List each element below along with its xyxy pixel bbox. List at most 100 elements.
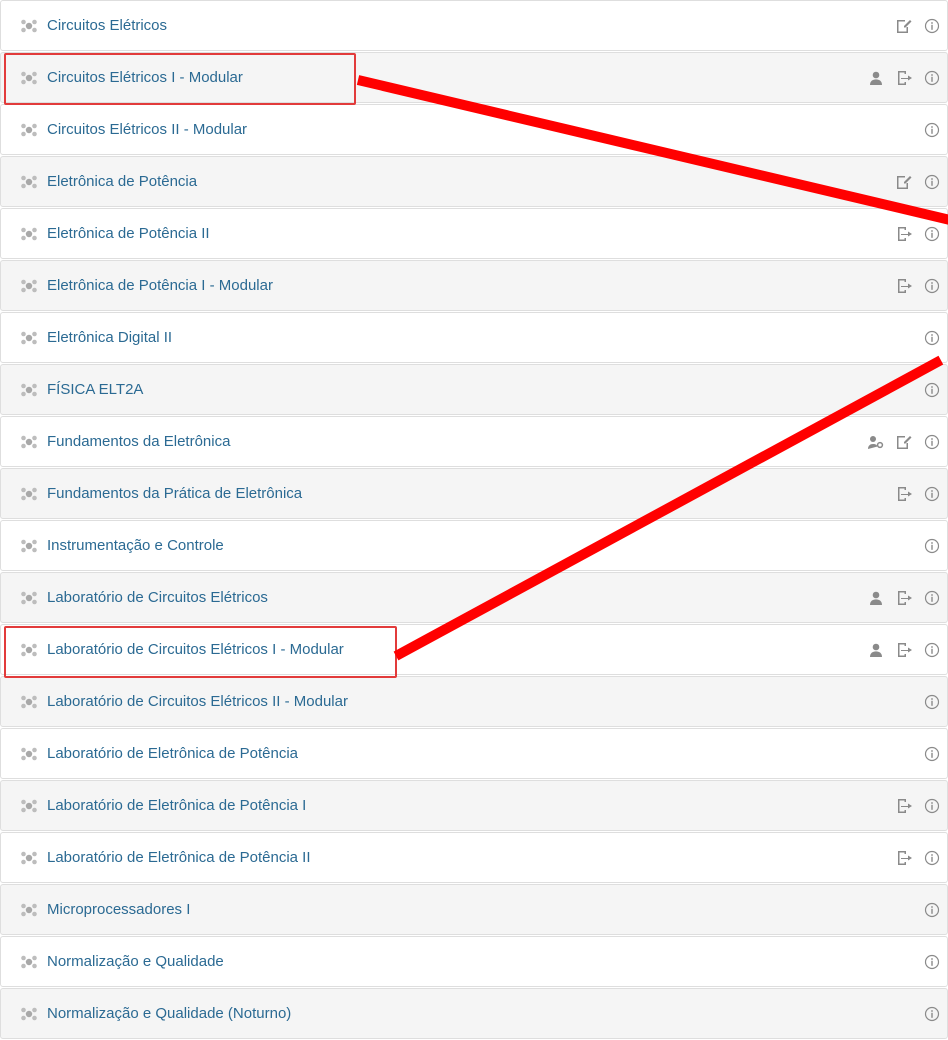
info-icon[interactable] <box>923 225 941 243</box>
course-link[interactable]: Circuitos Elétricos II - Modular <box>7 105 247 154</box>
course-category-icon <box>19 173 41 191</box>
course-link[interactable]: FÍSICA ELT2A <box>7 365 143 414</box>
course-row: Normalização e Qualidade <box>0 936 948 987</box>
course-category-icon <box>19 121 41 139</box>
course-link[interactable]: Laboratório de Circuitos Elétricos <box>7 573 268 622</box>
course-title: Laboratório de Eletrônica de Potência II <box>47 849 311 866</box>
course-row: Eletrônica Digital II <box>0 312 948 363</box>
course-link[interactable]: Normalização e Qualidade <box>7 937 224 986</box>
course-link[interactable]: Circuitos Elétricos <box>7 1 167 50</box>
course-title: Laboratório de Circuitos Elétricos <box>47 589 268 606</box>
course-title: Laboratório de Circuitos Elétricos II - … <box>47 693 348 710</box>
course-actions <box>895 781 941 830</box>
info-icon[interactable] <box>923 433 941 451</box>
guest-key-icon[interactable] <box>867 433 885 451</box>
course-title: Fundamentos da Eletrônica <box>47 433 231 450</box>
course-category-icon <box>19 589 41 607</box>
course-link[interactable]: Microprocessadores I <box>7 885 190 934</box>
enter-icon[interactable] <box>895 277 913 295</box>
user-icon[interactable] <box>867 69 885 87</box>
course-row: Circuitos Elétricos <box>0 0 948 51</box>
course-title: Eletrônica de Potência I - Modular <box>47 277 273 294</box>
info-icon[interactable] <box>923 1005 941 1023</box>
course-title: Laboratório de Eletrônica de Potência <box>47 745 299 762</box>
course-link[interactable]: Normalização e Qualidade (Noturno) <box>7 989 291 1038</box>
info-icon[interactable] <box>923 381 941 399</box>
enter-icon[interactable] <box>895 589 913 607</box>
info-icon[interactable] <box>923 693 941 711</box>
info-icon[interactable] <box>923 537 941 555</box>
info-icon[interactable] <box>923 485 941 503</box>
course-actions <box>895 833 941 882</box>
course-category-icon <box>19 745 41 763</box>
course-link[interactable]: Laboratório de Circuitos Elétricos II - … <box>7 677 348 726</box>
info-icon[interactable] <box>923 277 941 295</box>
course-row: Eletrônica de Potência I - Modular <box>0 260 948 311</box>
course-category-icon <box>19 693 41 711</box>
info-icon[interactable] <box>923 797 941 815</box>
enter-icon[interactable] <box>895 225 913 243</box>
info-icon[interactable] <box>923 849 941 867</box>
info-icon[interactable] <box>923 745 941 763</box>
info-icon[interactable] <box>923 329 941 347</box>
course-title: Eletrônica de Potência <box>47 173 198 190</box>
course-link[interactable]: Fundamentos da Eletrônica <box>7 417 230 466</box>
edit-key-icon[interactable] <box>895 173 913 191</box>
course-actions <box>867 417 941 466</box>
course-title: FÍSICA ELT2A <box>47 381 144 398</box>
course-actions <box>923 937 941 986</box>
enter-icon[interactable] <box>895 641 913 659</box>
course-category-icon <box>19 901 41 919</box>
edit-key-icon[interactable] <box>895 433 913 451</box>
course-category-icon <box>19 17 41 35</box>
course-link[interactable]: Laboratório de Eletrônica de Potência I <box>7 781 306 830</box>
course-actions <box>895 261 941 310</box>
info-icon[interactable] <box>923 173 941 191</box>
course-actions <box>923 105 941 154</box>
course-link[interactable]: Laboratório de Eletrônica de Potência II <box>7 833 311 882</box>
course-actions <box>867 573 941 622</box>
course-link[interactable]: Laboratório de Eletrônica de Potência <box>7 729 298 778</box>
info-icon[interactable] <box>923 69 941 87</box>
info-icon[interactable] <box>923 901 941 919</box>
enter-icon[interactable] <box>895 69 913 87</box>
course-actions <box>923 729 941 778</box>
course-actions <box>923 521 941 570</box>
course-link[interactable]: Eletrônica Digital II <box>7 313 172 362</box>
course-category-icon <box>19 433 41 451</box>
course-link[interactable]: Eletrônica de Potência II <box>7 209 210 258</box>
course-title: Circuitos Elétricos <box>47 17 168 34</box>
course-category-icon <box>19 797 41 815</box>
course-actions <box>895 469 941 518</box>
course-row: FÍSICA ELT2A <box>0 364 948 415</box>
course-category-icon <box>19 849 41 867</box>
course-category-icon <box>19 953 41 971</box>
user-icon[interactable] <box>867 641 885 659</box>
enter-icon[interactable] <box>895 849 913 867</box>
course-title: Normalização e Qualidade (Noturno) <box>47 1005 292 1022</box>
info-icon[interactable] <box>923 641 941 659</box>
edit-key-icon[interactable] <box>895 17 913 35</box>
info-icon[interactable] <box>923 953 941 971</box>
enter-icon[interactable] <box>895 485 913 503</box>
course-link[interactable]: Eletrônica de Potência I - Modular <box>7 261 273 310</box>
highlight-box-lab-circuitos-i-modular <box>4 626 397 678</box>
course-title: Laboratório de Eletrônica de Potência I <box>47 797 307 814</box>
course-link[interactable]: Instrumentação e Controle <box>7 521 224 570</box>
course-link[interactable]: Fundamentos da Prática de Eletrônica <box>7 469 302 518</box>
course-title: Microprocessadores I <box>47 901 191 918</box>
course-category-icon <box>19 329 41 347</box>
info-icon[interactable] <box>923 121 941 139</box>
course-link[interactable]: Eletrônica de Potência <box>7 157 197 206</box>
info-icon[interactable] <box>923 589 941 607</box>
course-row: Laboratório de Eletrônica de Potência II <box>0 832 948 883</box>
highlight-box-circuitos-i-modular <box>4 53 356 105</box>
user-icon[interactable] <box>867 589 885 607</box>
course-row: Laboratório de Eletrônica de Potência I <box>0 780 948 831</box>
course-list: Circuitos Elétricos Circuitos Elétricos I… <box>0 0 948 1040</box>
info-icon[interactable] <box>923 17 941 35</box>
course-actions <box>923 989 941 1038</box>
enter-icon[interactable] <box>895 797 913 815</box>
course-actions <box>923 677 941 726</box>
course-row: Instrumentação e Controle <box>0 520 948 571</box>
